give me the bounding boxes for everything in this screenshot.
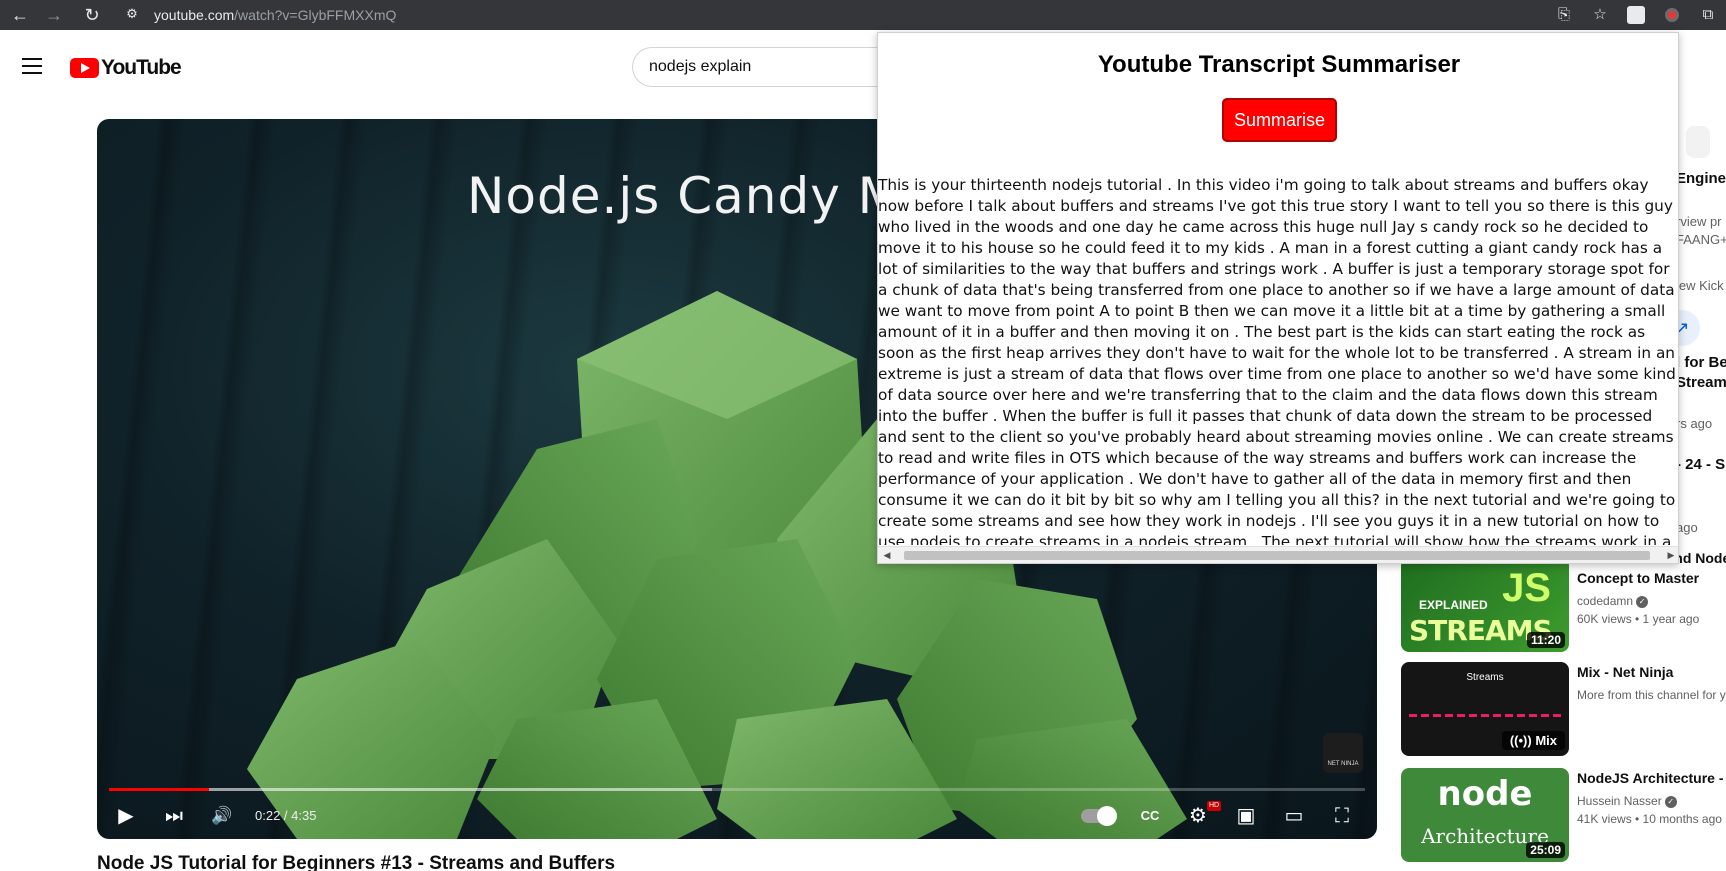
thumb-text: node — [1437, 774, 1533, 814]
browser-actions: ⎘ ☆ ⧉ — [1546, 0, 1726, 30]
play-icon: ▶ — [118, 805, 134, 827]
url-host: youtube.com — [154, 7, 235, 23]
menu-icon[interactable] — [22, 58, 42, 74]
captions-button[interactable]: CC — [1135, 801, 1165, 831]
scroll-thumb[interactable] — [904, 551, 1650, 560]
video-stats: 41K views • 10 months ago — [1577, 812, 1722, 826]
search-query: nodejs explain — [649, 58, 752, 75]
url-text[interactable]: youtube.com/watch?v=GlybFFMXXmQ — [154, 2, 396, 28]
volume-icon: 🔊 — [211, 806, 233, 825]
peek-text: rview pr — [1676, 214, 1722, 229]
peek-text: - 24 - S — [1676, 456, 1726, 473]
summariser-popup: Youtube Transcript Summariser Summarise … — [877, 32, 1679, 564]
player-controls: ▶ ⏭ 🔊 0:22 / 4:35 CC ⚙ HD ▣ ▭ ⛶ — [97, 793, 1377, 839]
recommendation-item[interactable]: JS EXPLAINED STREAMS 11:20 Hardest Backe… — [1401, 550, 1726, 656]
channel-name-row[interactable]: codedamn ✓ — [1577, 592, 1726, 610]
volume-button[interactable]: 🔊 — [207, 801, 237, 831]
channel-name: Hussein Nasser — [1577, 794, 1662, 808]
extension-icon — [1627, 6, 1645, 24]
theater-icon: ▭ — [1284, 805, 1304, 827]
mix-thumbnail[interactable]: Streams ((•)) Mix — [1401, 662, 1569, 756]
captions-icon: CC — [1140, 808, 1160, 823]
summarise-button[interactable]: Summarise — [1222, 98, 1337, 142]
video-meta: Mix - Net Ninja More from this channel f… — [1577, 662, 1726, 704]
popup-title: Youtube Transcript Summariser — [1097, 51, 1461, 78]
star-icon: ☆ — [1593, 6, 1607, 23]
played-bar — [109, 788, 210, 791]
back-button[interactable]: ← — [6, 0, 34, 30]
reload-button[interactable]: ↻ — [78, 0, 106, 30]
video-thumbnail[interactable]: JS EXPLAINED STREAMS 11:20 — [1401, 558, 1569, 652]
next-button[interactable]: ⏭ — [159, 801, 189, 831]
horizontal-scrollbar[interactable]: ◀ ▶ — [878, 546, 1678, 563]
summariser-extension-button[interactable] — [1654, 0, 1690, 30]
miniplayer-icon: ▣ — [1236, 805, 1256, 827]
channel-name-row[interactable]: Hussein Nasser ✓ — [1577, 792, 1726, 810]
site-info-icon[interactable]: ⚙ — [122, 6, 142, 24]
thumb-text: EXPLAINED — [1419, 598, 1488, 612]
progress-bar[interactable] — [109, 788, 1365, 791]
autoplay-toggle[interactable] — [1081, 806, 1117, 826]
peek-text: ago — [1676, 520, 1698, 535]
bookmark-button[interactable]: ☆ — [1582, 0, 1618, 30]
video-meta: NodeJS Architecture - I/ Hussein Nasser ✓… — [1577, 768, 1726, 828]
forward-icon: → — [45, 5, 63, 25]
extensions-menu-button[interactable]: ⧉ — [1690, 0, 1726, 30]
channel-watermark[interactable]: NET NINJA — [1323, 733, 1363, 773]
scroll-left-icon[interactable]: ◀ — [881, 549, 893, 561]
channel-name: codedamn — [1577, 594, 1634, 608]
thumb-text: JS — [1502, 566, 1551, 610]
address-bar[interactable]: ⚙ youtube.com/watch?v=GlybFFMXXmQ — [122, 2, 1562, 28]
puzzle-icon: ⧉ — [1702, 6, 1714, 23]
stream-line-graphic — [1409, 714, 1561, 717]
video-title[interactable]: Mix - Net Ninja — [1577, 662, 1726, 682]
video-page-title: Node JS Tutorial for Beginners #13 - Str… — [97, 853, 616, 871]
hd-badge: HD — [1207, 801, 1222, 811]
youtube-logo[interactable]: YouTube — [70, 56, 182, 80]
logo-text: YouTube — [101, 56, 182, 79]
video-title[interactable]: NodeJS Architecture - I/ — [1577, 768, 1726, 788]
thumb-text: Streams — [1466, 672, 1504, 683]
install-icon: ⎘ — [1557, 6, 1570, 23]
recommendation-item[interactable]: node Architecture 25:09 NodeJS Architect… — [1401, 768, 1726, 866]
record-icon — [1665, 8, 1679, 22]
browser-toolbar: ← → ↻ ⚙ youtube.com/watch?v=GlybFFMXXmQ … — [0, 0, 1726, 30]
peek-text: Streams — [1676, 374, 1726, 391]
recommendation-item[interactable]: Streams ((•)) Mix Mix - Net Ninja More f… — [1401, 662, 1726, 760]
time-display: 0:22 / 4:35 — [255, 808, 317, 823]
channel-name[interactable]: More from this channel for y — [1577, 686, 1726, 704]
video-stats: 60K views • 1 year ago — [1577, 612, 1700, 626]
settings-icon: ⚙ — [1189, 805, 1207, 827]
chip-next[interactable] — [1685, 126, 1710, 158]
miniplayer-button[interactable]: ▣ — [1231, 801, 1261, 831]
url-path: /watch?v=GlybFFMXXmQ — [234, 7, 397, 23]
duration-badge: 11:20 — [1526, 632, 1565, 648]
summary-text: This is your thirteenth nodejs tutorial … — [878, 176, 1676, 545]
scroll-right-icon[interactable]: ▶ — [1665, 549, 1677, 561]
search-input[interactable]: nodejs explain — [632, 47, 892, 87]
peek-text: iew Kick — [1676, 278, 1724, 293]
youtube-play-icon — [70, 58, 99, 78]
peek-text: rs ago — [1676, 416, 1713, 431]
install-app-button[interactable]: ⎘ — [1546, 0, 1582, 30]
fullscreen-icon: ⛶ — [1335, 805, 1349, 827]
next-icon: ⏭ — [165, 805, 183, 827]
mix-badge: ((•)) Mix — [1501, 731, 1565, 750]
fullscreen-button[interactable]: ⛶ — [1327, 801, 1357, 831]
video-title-line2[interactable]: Concept to Master — [1577, 568, 1726, 588]
video-meta: Hardest Backend Node. Concept to Master … — [1577, 550, 1726, 628]
duration-badge: 25:09 — [1526, 842, 1565, 858]
verified-icon: ✓ — [1636, 595, 1649, 608]
back-icon: ← — [11, 5, 29, 25]
peek-text: FAANG+ — [1676, 232, 1726, 247]
extension-button[interactable] — [1618, 0, 1654, 30]
reload-icon: ↻ — [84, 5, 100, 25]
forward-button[interactable]: → — [40, 0, 68, 30]
theater-button[interactable]: ▭ — [1279, 801, 1309, 831]
play-button[interactable]: ▶ — [111, 801, 141, 831]
verified-icon: ✓ — [1664, 795, 1677, 808]
peek-text: Engine — [1676, 170, 1726, 187]
peek-text: l for Beg — [1676, 354, 1726, 371]
video-thumbnail[interactable]: node Architecture 25:09 — [1401, 768, 1569, 862]
